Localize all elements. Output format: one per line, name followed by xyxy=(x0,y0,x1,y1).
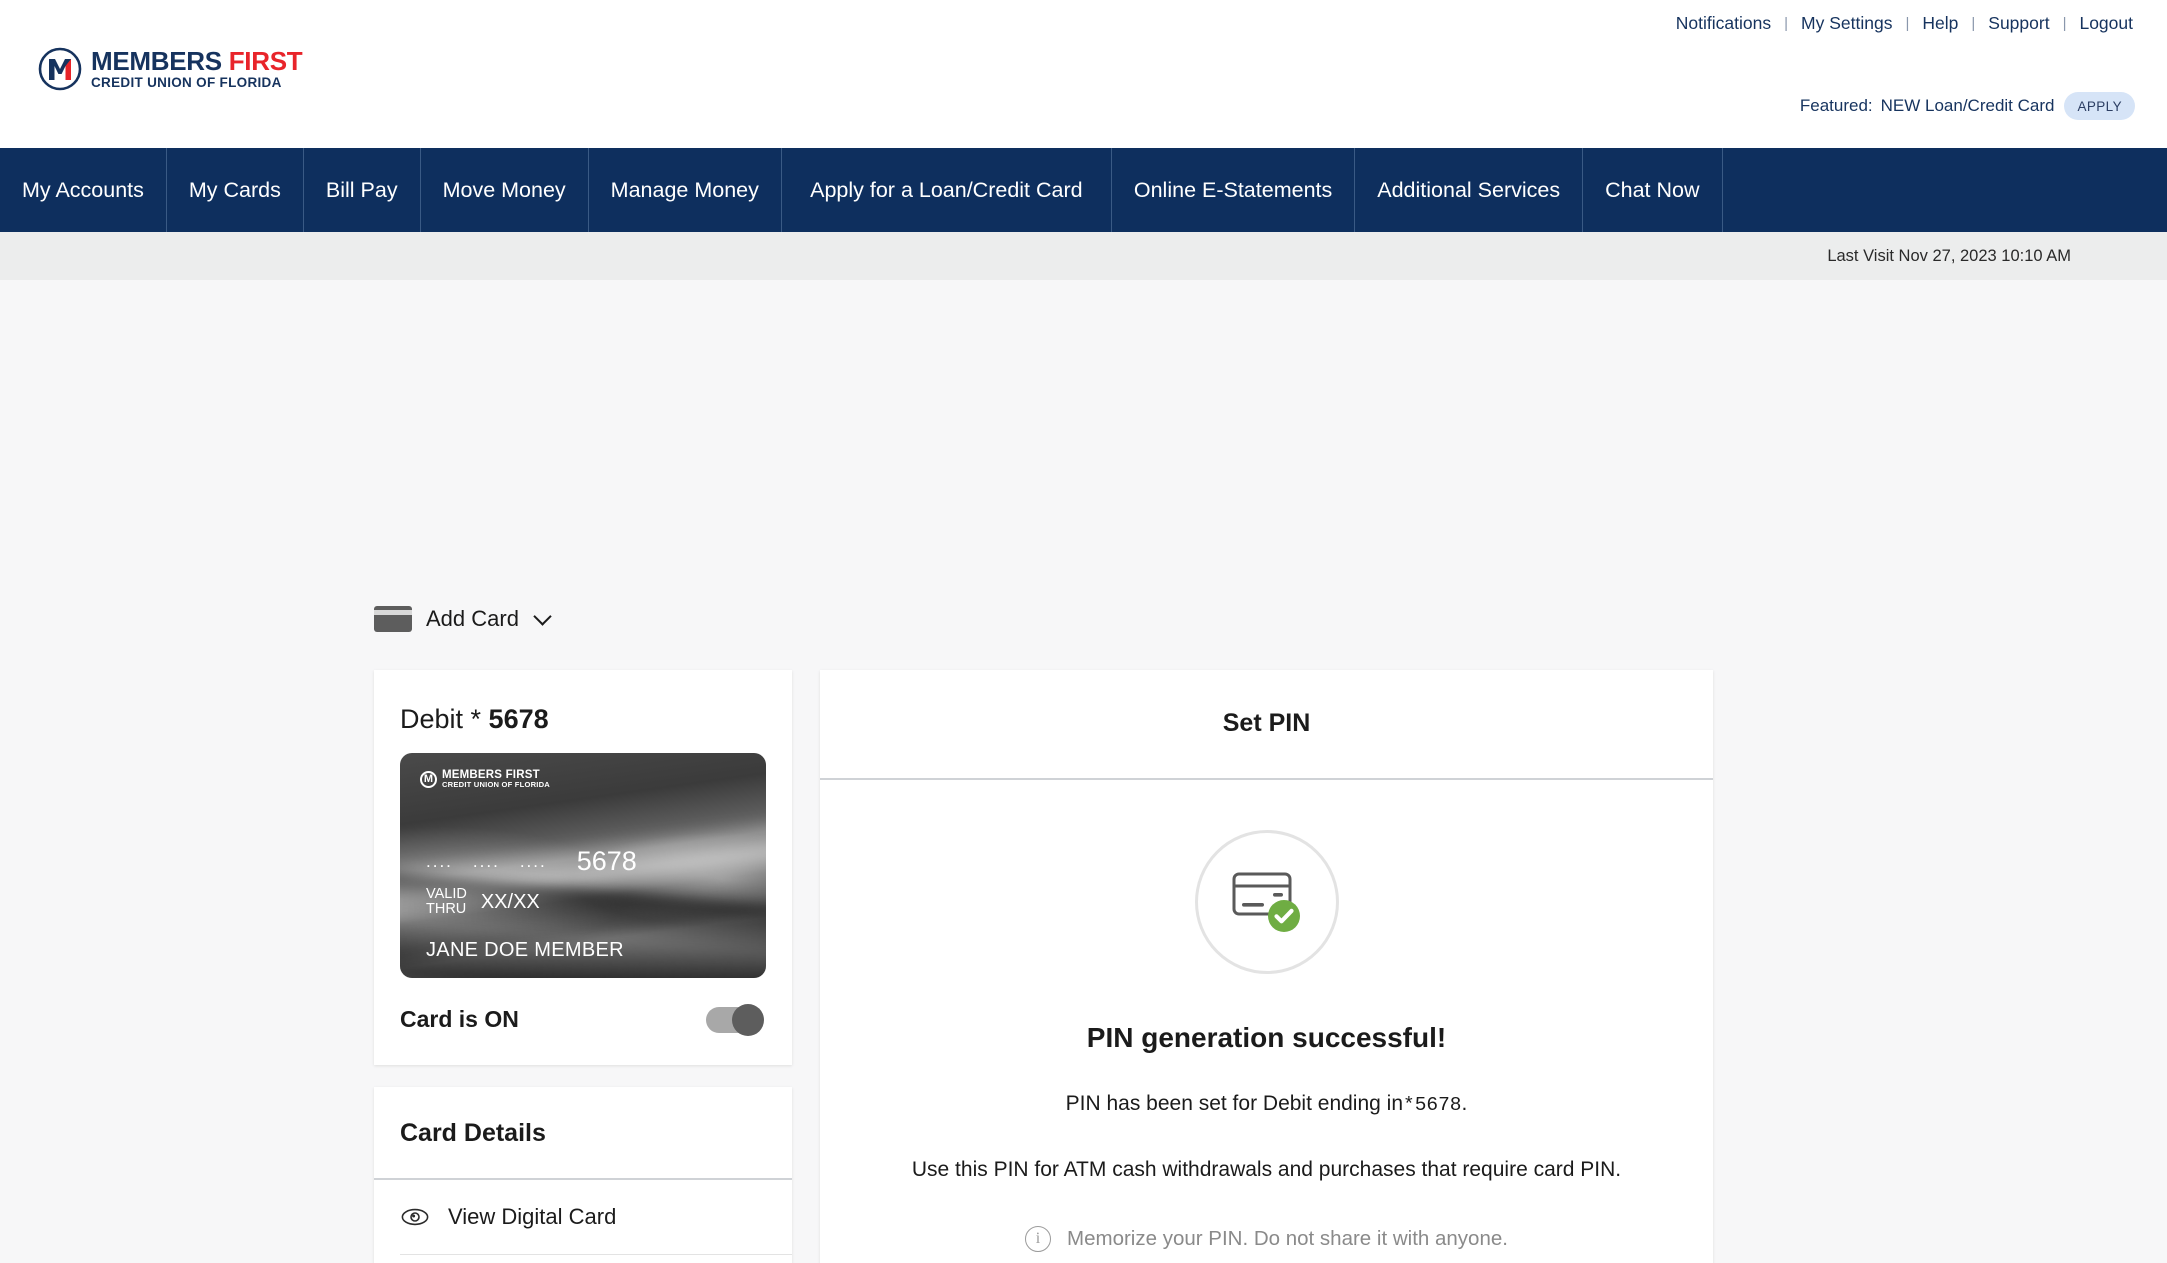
set-pin-panel-title: Set PIN xyxy=(820,670,1713,780)
nav-filler xyxy=(1723,148,2167,232)
last-visit-text: Last Visit Nov 27, 2023 10:10 AM xyxy=(1827,246,2071,265)
last-visit-bar: Last Visit Nov 27, 2023 10:10 AM xyxy=(0,232,2167,280)
nav-item-online-e-statements[interactable]: Online E-Statements xyxy=(1112,148,1356,232)
main-navigation: My Accounts My Cards Bill Pay Move Money… xyxy=(0,148,2167,232)
chevron-down-icon xyxy=(533,606,552,626)
featured-name: NEW Loan/Credit Card xyxy=(1880,96,2055,115)
add-card-dropdown[interactable]: Add Card xyxy=(374,606,552,632)
card-title-last4: 5678 xyxy=(488,704,549,734)
utility-separator: | xyxy=(1905,15,1910,32)
nav-item-manage-money[interactable]: Manage Money xyxy=(589,148,782,232)
card-detail-item-spend-insights[interactable]: $ Spend Insights xyxy=(400,1254,792,1263)
pin-usage-instructions: Use this PIN for ATM cash withdrawals an… xyxy=(911,1158,1622,1182)
credit-card-check-icon xyxy=(1226,862,1308,943)
utility-separator: | xyxy=(1971,15,1976,32)
eye-icon xyxy=(400,1208,430,1226)
utility-links: Notifications | My Settings | Help | Sup… xyxy=(1674,13,2135,34)
card-details-heading: Card Details xyxy=(374,1087,792,1180)
pin-confirmation-text: PIN has been set for Debit ending in*567… xyxy=(880,1088,1653,1120)
status-icon-circle xyxy=(1194,830,1339,974)
left-column: Debit * 5678 M MEMBERS FIRST CREDIT UNIO… xyxy=(374,670,792,1263)
card-art-logo-line2: CREDIT UNION OF FLORIDA xyxy=(442,780,550,790)
logo-text-members: MEMBERS xyxy=(91,46,229,77)
pin-security-note-text: Memorize your PIN. Do not share it with … xyxy=(1067,1226,1508,1250)
utility-link-support[interactable]: Support xyxy=(1986,13,2051,34)
logo-text-first: FIRST xyxy=(228,46,303,77)
pin-confirm-suffix: . xyxy=(1461,1092,1468,1115)
apply-button[interactable]: APPLY xyxy=(2064,92,2135,120)
card-detail-label: View Digital Card xyxy=(448,1204,617,1229)
add-card-label: Add Card xyxy=(426,606,519,631)
card-status-label: Card is ON xyxy=(400,1006,519,1032)
toggle-knob xyxy=(732,1003,764,1036)
valid-thru-line2: THRU xyxy=(426,901,467,918)
utility-separator: | xyxy=(2062,15,2067,32)
page-content: Add Card Debit * 5678 M MEMBERS FIRST CR… xyxy=(0,280,2167,1263)
set-pin-panel: Set PIN PIN generation successful! PIN h… xyxy=(820,670,1713,1263)
site-logo[interactable]: MEMBERS FIRST CREDIT UNION OF FLORIDA xyxy=(38,46,303,91)
card-art: M MEMBERS FIRST CREDIT UNION OF FLORIDA … xyxy=(400,753,766,978)
card-art-expiry: VALID THRU XX/XX xyxy=(426,886,540,918)
card-number-group-3: .... xyxy=(519,852,547,871)
pin-confirm-card: *5678 xyxy=(1403,1094,1462,1116)
card-art-number: .... .... .... 5678 xyxy=(426,846,637,877)
nav-item-my-accounts[interactable]: My Accounts xyxy=(0,148,167,232)
top-utility-bar: MEMBERS FIRST CREDIT UNION OF FLORIDA No… xyxy=(0,0,2167,148)
utility-link-logout[interactable]: Logout xyxy=(2077,13,2135,34)
card-number-last4: 5678 xyxy=(576,846,637,876)
logo-tagline: CREDIT UNION OF FLORIDA xyxy=(91,75,282,91)
info-icon: i xyxy=(1025,1225,1052,1252)
credit-card-icon xyxy=(374,606,412,632)
set-pin-panel-body: PIN generation successful! PIN has been … xyxy=(820,780,1713,1263)
valid-thru-value: XX/XX xyxy=(480,890,540,913)
card-title-prefix: Debit * xyxy=(400,704,489,734)
card-title: Debit * 5678 xyxy=(374,670,792,753)
logo-mark-icon xyxy=(38,47,82,91)
card-art-cardholder: JANE DOE MEMBER xyxy=(426,939,624,961)
card-details-panel: Card Details View Digital Card $ xyxy=(374,1087,792,1263)
card-summary-panel: Debit * 5678 M MEMBERS FIRST CREDIT UNIO… xyxy=(374,670,792,1065)
pin-confirm-prefix: PIN has been set for Debit ending in xyxy=(1065,1092,1403,1115)
utility-link-help[interactable]: Help xyxy=(1920,13,1960,34)
card-art-logo-mark-icon: M xyxy=(420,770,437,788)
utility-link-my-settings[interactable]: My Settings xyxy=(1799,13,1894,34)
nav-item-my-cards[interactable]: My Cards xyxy=(167,148,304,232)
nav-item-move-money[interactable]: Move Money xyxy=(421,148,589,232)
card-on-off-toggle[interactable] xyxy=(706,1003,764,1036)
card-art-logo: M MEMBERS FIRST CREDIT UNION OF FLORIDA xyxy=(420,769,550,789)
featured-label: Featured: xyxy=(1799,96,1873,115)
logo-wordmark: MEMBERS FIRST CREDIT UNION OF FLORIDA xyxy=(91,46,303,91)
valid-thru-line1: VALID xyxy=(426,886,467,902)
card-number-group-2: .... xyxy=(472,852,500,871)
success-heading: PIN generation successful! xyxy=(1086,1022,1447,1053)
card-status-row: Card is ON xyxy=(374,978,792,1065)
card-number-group-1: .... xyxy=(426,852,453,871)
nav-item-bill-pay[interactable]: Bill Pay xyxy=(304,148,421,232)
nav-item-chat-now[interactable]: Chat Now xyxy=(1583,148,1723,232)
utility-separator: | xyxy=(1784,15,1789,32)
nav-item-additional-services[interactable]: Additional Services xyxy=(1355,148,1584,232)
nav-item-apply-loan-credit-card[interactable]: Apply for a Loan/Credit Card xyxy=(782,148,1112,232)
featured-promo: Featured: NEW Loan/Credit Card APPLY xyxy=(1800,92,2135,120)
card-detail-item-view-digital-card[interactable]: View Digital Card xyxy=(374,1180,792,1254)
pin-security-note: i Memorize your PIN. Do not share it wit… xyxy=(880,1225,1653,1252)
utility-link-notifications[interactable]: Notifications xyxy=(1674,13,1773,34)
